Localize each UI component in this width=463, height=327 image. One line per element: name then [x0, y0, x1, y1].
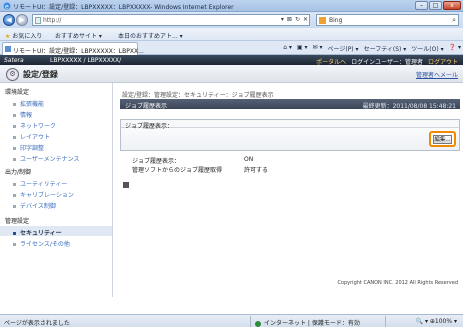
forward-arrow-icon: ▶: [19, 16, 25, 24]
refresh-icon[interactable]: ↻: [295, 15, 300, 25]
feeds-button[interactable]: ▣ ▾: [297, 44, 308, 53]
stop-icon[interactable]: ✕: [303, 15, 308, 25]
back-button[interactable]: ◀: [3, 14, 15, 26]
tab-page-icon: [5, 46, 11, 52]
minimize-button[interactable]: –: [415, 1, 428, 10]
address-dropdown-icon[interactable]: ▾: [281, 15, 284, 25]
page-header: ジョブ履歴表示 最終更新：2011/08/08 15:48:21: [120, 99, 460, 110]
mgmt-software-label: 管理ソフトからのジョブ履歴取得: [132, 167, 223, 174]
star-icon: ★: [5, 33, 11, 40]
copyright: Copyright CANON INC. 2012 All Rights Res…: [337, 280, 458, 286]
bing-icon: [319, 17, 326, 24]
page-content: Satera LBPXXXXX / LBPXXXXX/ ポータルへ ログインユー…: [0, 55, 463, 314]
job-history-value: ON: [244, 156, 254, 163]
zoom-control[interactable]: 🔍 ▾ ⊕100% ▾: [416, 318, 457, 325]
favorites-button[interactable]: ★ お気に入り: [5, 31, 42, 40]
ie-logo-icon: e: [3, 2, 11, 10]
main-panel: 設定/登録：管理設定：セキュリティー：ジョブ履歴表示 ジョブ履歴表示 最終更新：…: [117, 83, 461, 297]
device-name: LBPXXXXX / LBPXXXXX/: [50, 57, 122, 64]
sidebar-item-extended[interactable]: 拡張機能: [13, 99, 44, 108]
sidebar: 環境設定 拡張機能 情報 ネットワーク レイアウト 印字調整 ユーザーメンテナン…: [0, 83, 113, 297]
page-icon: [35, 17, 41, 24]
sidebar-item-utility[interactable]: ユーティリティー: [13, 179, 67, 188]
status-bar: ページが表示されました インターネット | 保護モード：有効 🔍 ▾ ⊕100%…: [0, 314, 463, 327]
sidebar-item-user-maintenance[interactable]: ユーザーメンテナンス: [13, 154, 80, 163]
window-title: リモートUI：設定/登録：LBPXXXXX：LBPXXXXX- Windows …: [13, 4, 234, 11]
favorites-bar: ★ お気に入り おすすめサイト ▾ 本日のおすすめアト... ▾: [0, 28, 463, 41]
search-icon[interactable]: ⌕: [452, 16, 456, 25]
safety-menu[interactable]: セーフティ(S) ▾: [364, 44, 407, 53]
maximize-button[interactable]: □: [429, 1, 442, 10]
forward-button[interactable]: ▶: [16, 14, 28, 26]
sidebar-item-info[interactable]: 情報: [13, 110, 32, 119]
tab-active[interactable]: リモートUI：設定/登録：LBPXXXXX：LBPXX...: [2, 42, 144, 55]
sidebar-category-output: 出力/制御: [5, 169, 32, 176]
back-arrow-icon: ◀: [6, 16, 12, 24]
address-text: http://: [43, 17, 62, 24]
sidebar-category-env: 環境設定: [5, 89, 30, 96]
tools-menu[interactable]: ツール(O) ▾: [411, 44, 443, 53]
last-updated: 最終更新：2011/08/08 15:48:21: [362, 103, 456, 110]
navigation-bar: ◀ ▶ http:// ▾ ⊠ ↻ ✕ Bing ⌕: [0, 12, 463, 28]
home-button[interactable]: ⌂ ▾: [283, 44, 292, 53]
compat-view-icon[interactable]: ⊠: [287, 15, 292, 25]
job-history-panel: ジョブ履歴表示： 編集...: [120, 119, 460, 151]
page-title: ジョブ履歴表示: [125, 103, 168, 110]
page-top-icon[interactable]: [123, 182, 129, 188]
mail-admin-link[interactable]: 管理者へメール: [416, 70, 458, 79]
address-bar[interactable]: http:// ▾ ⊠ ↻ ✕: [32, 14, 310, 26]
edit-button-highlight: 編集...: [429, 131, 456, 147]
security-zone: インターネット | 保護モード：有効: [255, 318, 360, 327]
window-titlebar: e リモートUI：設定/登録：LBPXXXXX：LBPXXXXX- Window…: [0, 0, 463, 12]
sidebar-item-layout[interactable]: レイアウト: [13, 132, 50, 141]
favorites-item-today[interactable]: 本日のおすすめアト... ▾: [118, 31, 183, 40]
section-bar: ⚙ 設定/登録 管理者へメール: [0, 65, 463, 83]
mail-button[interactable]: ✉ ▾: [313, 44, 323, 53]
sidebar-item-device-control[interactable]: デバイス制御: [13, 201, 56, 210]
panel-header: ジョブ履歴表示：: [121, 120, 459, 130]
sidebar-item-license[interactable]: ライセンス/その他: [13, 239, 70, 248]
mgmt-software-value: 許可する: [244, 167, 269, 174]
sidebar-item-calibration[interactable]: キャリブレーション: [13, 190, 74, 199]
search-placeholder: Bing: [329, 17, 343, 24]
brand-logo: Satera: [4, 57, 24, 64]
tab-bar: リモートUI：設定/登録：LBPXXXXX：LBPXX... ⌂ ▾ ▣ ▾ ✉…: [0, 41, 463, 55]
globe-icon: [255, 320, 261, 327]
breadcrumb: 設定/登録：管理設定：セキュリティー：ジョブ履歴表示: [122, 92, 274, 99]
favorites-item-suggested[interactable]: おすすめサイト ▾: [55, 31, 102, 40]
sidebar-item-print-adjust[interactable]: 印字調整: [13, 143, 44, 152]
help-menu[interactable]: ❓ ▾: [449, 44, 461, 53]
sidebar-item-network[interactable]: ネットワーク: [13, 121, 56, 130]
sidebar-item-security[interactable]: セキュリティー: [13, 228, 62, 237]
status-text: ページが表示されました: [4, 320, 70, 327]
app-header: Satera LBPXXXXX / LBPXXXXX/ ポータルへ ログインユー…: [0, 55, 463, 66]
svg-text:e: e: [5, 4, 9, 11]
search-input[interactable]: Bing ⌕: [316, 14, 459, 26]
section-title: 設定/登録: [23, 70, 58, 79]
settings-icon: ⚙: [6, 68, 19, 81]
sidebar-category-admin: 管理設定: [5, 218, 30, 225]
tab-label: リモートUI：設定/登録：LBPXXXXX：LBPXX...: [13, 48, 144, 55]
page-menu[interactable]: ページ(P) ▾: [327, 44, 358, 53]
edit-button[interactable]: 編集...: [433, 135, 452, 144]
close-button[interactable]: x: [443, 1, 461, 10]
job-history-label: ジョブ履歴表示：: [132, 158, 181, 165]
